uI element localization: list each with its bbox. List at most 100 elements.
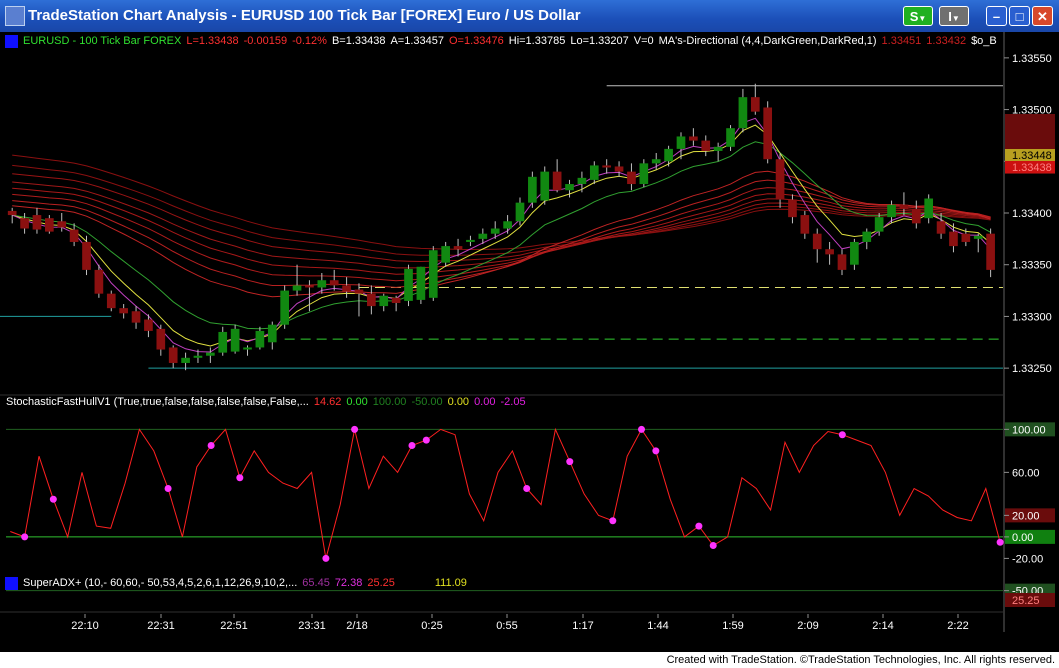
candle-body	[713, 146, 723, 151]
candle-body	[255, 330, 265, 348]
stoch-marker	[652, 447, 660, 455]
time-axis-label: 0:55	[496, 620, 517, 632]
stoch-marker	[695, 522, 703, 530]
candle-body	[82, 241, 91, 270]
stoch-marker	[351, 425, 359, 433]
candle-body	[874, 217, 884, 232]
stoch-marker	[637, 425, 645, 433]
candle-body	[441, 246, 451, 263]
candle-body	[911, 208, 921, 224]
stoch-marker	[322, 554, 330, 562]
stoch-marker	[422, 436, 430, 444]
candle-body	[528, 176, 537, 203]
candle-body	[144, 319, 153, 331]
symbol-label: EURUSD - 100 Tick Bar FOREX	[23, 35, 182, 48]
candle-body	[577, 177, 587, 185]
candle-body	[973, 235, 983, 239]
open-label: O=1.33476	[449, 35, 504, 48]
ma-line	[12, 154, 991, 251]
candle-body	[367, 293, 376, 307]
candle-body	[106, 293, 116, 309]
stoch-axis-label: 0.00	[1012, 532, 1033, 544]
moving-average-ribbons	[12, 117, 991, 353]
candle-body	[218, 331, 228, 353]
last-label: L=1.33438	[186, 35, 239, 48]
stoch-v4: -50.00	[411, 396, 443, 408]
s-button[interactable]: S▼	[903, 6, 933, 26]
stoch-marker	[164, 484, 172, 492]
candle-body	[949, 231, 958, 247]
study-value-2: 1.33432	[926, 35, 967, 48]
candle-body	[664, 148, 673, 162]
time-axis-label: 22:31	[147, 620, 175, 632]
stoch-axis-label: 20.00	[1012, 510, 1040, 522]
extra-label: $o_B	[971, 35, 997, 48]
candle-body	[887, 204, 896, 218]
price-tag-label: 1.33438	[1012, 162, 1052, 174]
stoch-marker	[609, 517, 617, 525]
window-title: TradeStation Chart Analysis - EURUSD 100…	[28, 7, 581, 24]
candle-body	[503, 221, 512, 229]
maximize-button[interactable]: □	[1009, 6, 1030, 26]
stoch-legend: StochasticFastHullV1 (True,true,false,fa…	[6, 396, 531, 408]
minimize-button[interactable]: –	[986, 6, 1007, 26]
time-axis-label: 2/18	[346, 620, 367, 632]
chart-area[interactable]: 1.335501.335001.334501.334001.333501.333…	[0, 32, 1059, 652]
adx-axis-label: 25.25	[1012, 595, 1040, 607]
change-label: -0.00159	[243, 35, 288, 48]
candle-body	[986, 233, 995, 270]
stoch-line	[10, 427, 1001, 559]
close-icon: ✕	[1037, 9, 1048, 24]
candle-body	[651, 159, 661, 164]
candle-body	[763, 107, 773, 160]
close-button[interactable]: ✕	[1032, 6, 1053, 26]
candle-body	[701, 140, 711, 151]
candle-body	[94, 269, 104, 294]
candle-body	[342, 285, 351, 292]
candle-body	[850, 241, 859, 265]
adx-v2: 72.38	[334, 577, 363, 590]
candle-body	[181, 357, 190, 363]
stoch-marker	[408, 441, 416, 449]
candle-body	[689, 136, 698, 141]
stoch-name: StochasticFastHullV1 (True,true,false,fa…	[6, 396, 309, 408]
candle-body	[862, 231, 872, 242]
i-button[interactable]: I▼	[939, 6, 969, 26]
footer-text: Created with TradeStation. ©TradeStation…	[666, 654, 1055, 666]
price-tag-label: 1.33448	[1012, 150, 1052, 162]
candle-body	[750, 97, 760, 112]
footer: Created with TradeStation. ©TradeStation…	[0, 652, 1059, 668]
high-label: Hi=1.33785	[508, 35, 566, 48]
candle-body	[738, 97, 748, 129]
ma-line	[12, 164, 991, 256]
study-square-icon	[5, 35, 18, 48]
stoch-axis-label: 100.00	[1012, 424, 1046, 436]
time-axis-label: 2:22	[947, 620, 968, 632]
time-axis-label: 1:17	[572, 620, 593, 632]
stoch-marker	[996, 538, 1004, 546]
time-axis-label: 0:25	[421, 620, 442, 632]
candle-body	[453, 246, 463, 250]
ma-line	[12, 141, 991, 330]
candle-body	[812, 233, 822, 250]
candle-body	[627, 171, 636, 185]
stoch-marker	[523, 484, 531, 492]
stoch-axis-label: -20.00	[1012, 553, 1043, 565]
candle-body	[924, 198, 934, 219]
ma-line	[12, 124, 991, 347]
candle-body	[193, 355, 203, 358]
chart-canvas[interactable]: 1.335501.335001.334501.334001.333501.333…	[0, 32, 1059, 652]
stochastic-plot	[6, 425, 1004, 592]
stoch-v3: 100.00	[372, 396, 407, 408]
candlesticks	[7, 83, 995, 371]
candle-body	[788, 199, 797, 218]
candle-body	[119, 308, 128, 314]
candle-body	[168, 347, 178, 363]
candle-body	[478, 233, 488, 239]
bid-label: B=1.33438	[331, 35, 386, 48]
candle-body	[243, 347, 252, 350]
candle-body	[676, 136, 686, 149]
study-label: MA's-Directional (4,4,DarkGreen,DarkRed,…	[658, 35, 877, 48]
candle-body	[280, 290, 289, 325]
volume-label: V=0	[633, 35, 654, 48]
